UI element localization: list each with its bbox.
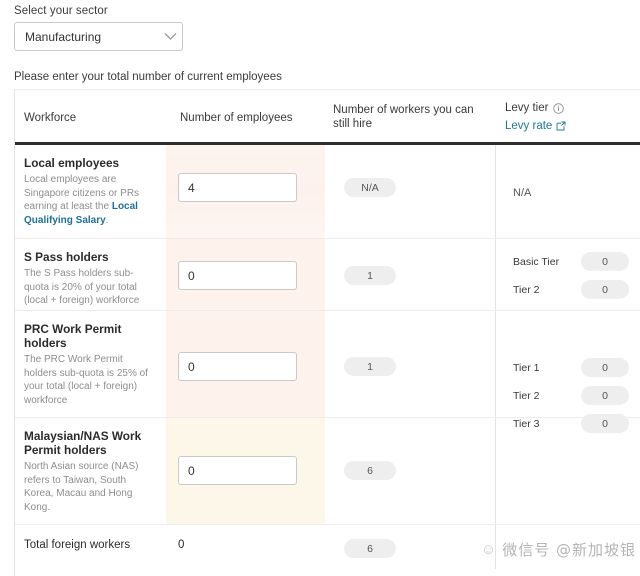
header-levy-tier-label: Levy tier [505,102,549,114]
workforce-table: Workforce Number of employees Number of … [14,89,640,576]
employees-input[interactable] [178,173,297,202]
row-title: Local employees [24,156,120,170]
can-hire-pill: 1 [344,266,396,285]
row-title: S Pass holders [24,250,109,264]
levy-tier-label: Tier 2 [513,283,540,296]
info-circle-icon[interactable] [553,102,565,114]
levy-tier-value: 0 [581,358,629,377]
levy-rate-link[interactable]: Levy rate [505,119,552,133]
row-description: The PRC Work Permit holders sub-quota is… [24,354,148,406]
table-row: PRC Work Permit holders The PRC Work Per… [15,311,640,433]
levy-tier-label: Basic Tier [513,255,560,268]
total-employees-value: 0 [178,539,185,551]
table-row: S Pass holders The S Pass holders sub-qu… [15,239,640,311]
row-workforce-cell: Local employees Local employees are Sing… [24,156,154,227]
levy-tier-row: Tier 2 0 [513,280,629,299]
levy-tier-row: Basic Tier 0 [513,252,629,271]
chevron-down-icon [158,32,182,41]
total-label: Total foreign workers [24,539,131,551]
instruction-label: Please enter your total number of curren… [14,71,282,83]
sector-label: Select your sector [14,5,108,17]
row-description: The S Pass holders sub-quota is 20% of y… [24,268,140,306]
levy-tier-value: 0 [581,386,629,405]
row-title: PRC Work Permit holders [24,322,122,350]
row-description: Local employees are Singapore citizens o… [24,173,154,227]
row-workforce-cell: S Pass holders The S Pass holders sub-qu… [24,250,154,308]
can-hire-pill: N/A [344,178,396,197]
table-body: Local employees Local employees are Sing… [15,145,640,569]
header-workforce: Workforce [24,112,77,124]
levy-tier-label: Tier 1 [513,361,540,374]
table-row: Local employees Local employees are Sing… [15,145,640,239]
row-workforce-cell: PRC Work Permit holders The PRC Work Per… [24,322,154,407]
can-hire-pill: 6 [344,461,396,480]
levy-tier-row: Tier 1 0 [513,358,629,377]
levy-cell [495,525,640,569]
levy-tier-value: 0 [581,252,629,271]
table-row: Malaysian/NAS Work Permit holders North … [15,418,640,525]
external-link-icon[interactable] [556,121,566,131]
levy-tier-row: Tier 2 0 [513,386,629,405]
levy-cell: N/A [495,145,640,238]
table-header-row: Workforce Number of employees Number of … [15,90,640,145]
sector-select[interactable]: Manufacturing [14,22,183,51]
row-title: Malaysian/NAS Work Permit holders [24,429,142,457]
levy-cell [495,418,640,524]
levy-calculator-page: Select your sector Manufacturing Please … [0,0,640,576]
employees-input[interactable] [178,352,297,381]
levy-tier-label: Tier 2 [513,389,540,402]
row-description: North Asian source (NAS) refers to Taiwa… [24,461,139,513]
header-number-of-employees: Number of employees [180,112,293,124]
header-workers-can-hire: Number of workers you can still hire [333,104,474,130]
total-row: Total foreign workers 0 6 [15,525,640,569]
levy-value: N/A [513,187,532,199]
levy-cell: Basic Tier 0 Tier 2 0 [495,239,640,310]
levy-tier-value: 0 [581,280,629,299]
header-levy: Levy tier Levy rate [505,101,566,133]
employees-input[interactable] [178,261,297,290]
row-desc-tail: . [105,214,109,226]
sector-selected-value: Manufacturing [25,29,102,44]
total-can-hire-pill: 6 [344,539,396,558]
row-workforce-cell: Malaysian/NAS Work Permit holders North … [24,429,154,514]
employees-input[interactable] [178,456,297,485]
can-hire-pill: 1 [344,357,396,376]
levy-cell: Tier 1 0 Tier 2 0 Tier 3 0 [495,311,640,433]
